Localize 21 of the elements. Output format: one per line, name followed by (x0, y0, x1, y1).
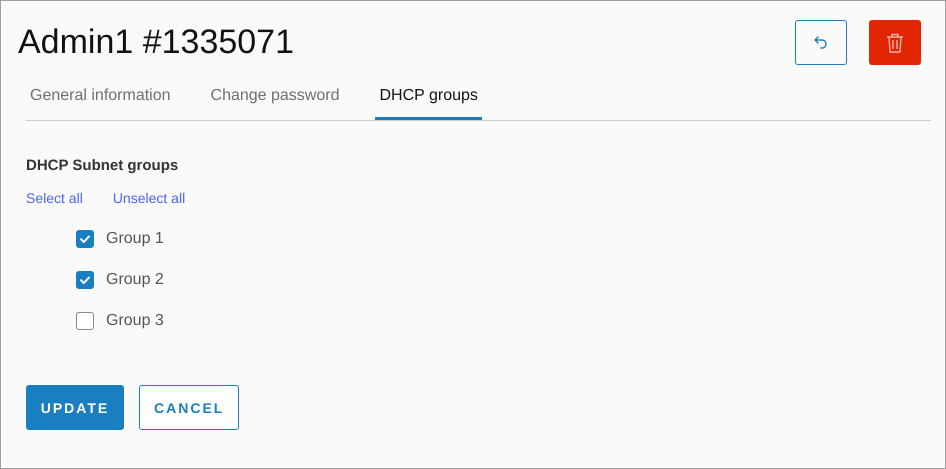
link[interactable]: Unselect all (112, 190, 186, 206)
checkbox[interactable] (76, 271, 94, 289)
delete-button[interactable] (869, 20, 921, 65)
checkbox-label: Group 3 (106, 312, 164, 330)
update-button[interactable]: UPDATE (26, 385, 124, 430)
cancel-button[interactable]: CANCEL (139, 385, 239, 430)
page-title: Admin1 #1335071 (18, 22, 294, 62)
checkbox[interactable] (76, 312, 94, 330)
checkbox[interactable] (76, 230, 94, 248)
undo-icon (813, 34, 829, 50)
trash-icon (886, 32, 904, 52)
undo-button[interactable] (795, 20, 847, 65)
section-heading: DHCP Subnet groups (26, 157, 180, 174)
check-icon (80, 236, 90, 243)
checkbox-label: Group 2 (106, 271, 164, 289)
checkbox-label: Group 1 (106, 230, 164, 248)
tab[interactable]: Change password (206, 82, 344, 120)
link[interactable]: Select all (26, 190, 83, 206)
tab[interactable]: General information (26, 82, 175, 120)
tab[interactable]: DHCP groups (375, 82, 482, 120)
check-icon (80, 276, 90, 284)
